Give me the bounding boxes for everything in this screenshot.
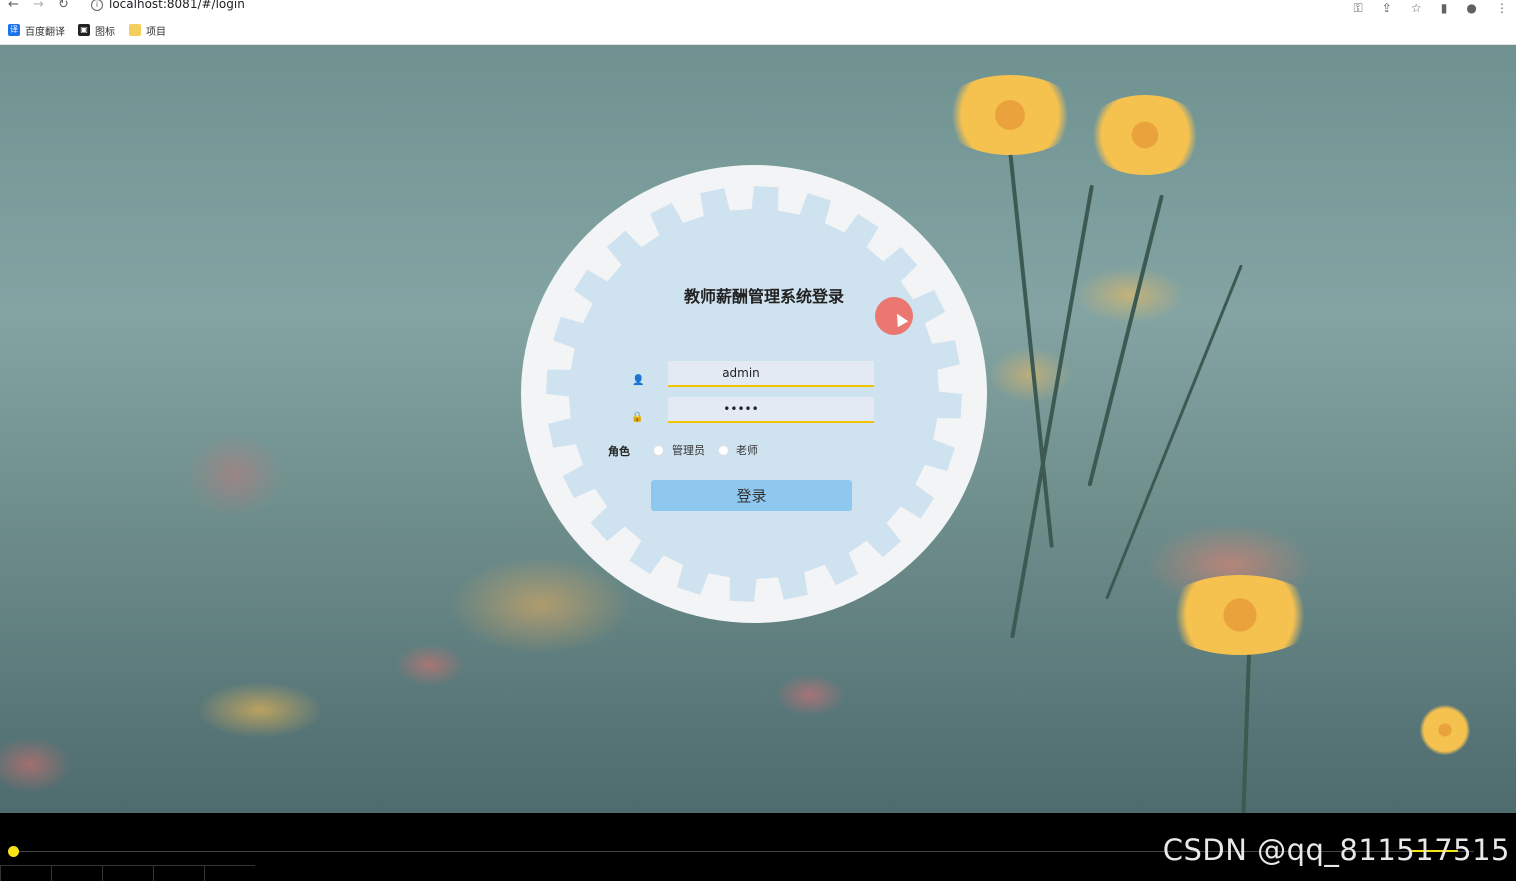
gear-disc (546, 186, 962, 602)
role-radio-admin[interactable] (653, 445, 664, 456)
share-icon[interactable]: ⇪ (1382, 1, 1392, 15)
flower-stem (1087, 194, 1164, 487)
bookmark-projects[interactable]: 项目 (129, 22, 166, 38)
password-input[interactable]: ••••• (668, 397, 874, 423)
video-control[interactable] (0, 865, 51, 881)
login-title: 教师薪酬管理系统登录 (683, 287, 844, 306)
video-player-bar: CSDN @qq_811517515 (0, 813, 1516, 881)
role-radio-teacher[interactable] (718, 445, 729, 456)
role-label: 角色 (608, 445, 630, 458)
address-bar-row: ← → ↻ i localhost:8081/#/login ⚿ ⇪ ☆ ▮ ●… (0, 0, 1516, 16)
reload-icon[interactable]: ↻ (58, 0, 69, 12)
bookmark-label: 项目 (146, 26, 166, 38)
address-bar-url[interactable]: localhost:8081/#/login (109, 0, 245, 11)
forward-icon[interactable]: → (33, 0, 44, 12)
bookmark-label: 百度翻译 (25, 26, 65, 38)
csdn-watermark: CSDN @qq_811517515 (1162, 833, 1510, 867)
role-option-label: 管理员 (672, 444, 705, 457)
profile-icon[interactable]: ● (1466, 1, 1476, 15)
flower-stem (1105, 264, 1243, 600)
video-progress-knob[interactable] (8, 846, 19, 857)
video-control[interactable] (102, 865, 153, 881)
star-icon[interactable]: ☆ (1411, 1, 1422, 15)
back-icon[interactable]: ← (8, 0, 19, 12)
username-input[interactable]: admin (668, 361, 874, 387)
flower (1160, 575, 1320, 655)
lock-icon: 🔒 (631, 412, 644, 423)
flower (940, 75, 1080, 155)
video-controls (0, 865, 256, 881)
video-control[interactable] (51, 865, 102, 881)
menu-icon[interactable]: ⋮ (1496, 1, 1508, 15)
bookmark-baidu-translate[interactable]: 译 百度翻译 (8, 22, 65, 38)
folder-icon (129, 24, 141, 36)
login-card (521, 165, 987, 623)
bookmark-label: 图标 (95, 26, 115, 38)
site-info-icon[interactable]: i (91, 0, 103, 11)
translate-icon: 译 (8, 24, 20, 36)
gear-shape (546, 186, 962, 602)
browser-chrome: ← → ↻ i localhost:8081/#/login ⚿ ⇪ ☆ ▮ ●… (0, 0, 1516, 45)
key-icon[interactable]: ⚿ (1353, 1, 1362, 16)
sidepanel-icon[interactable]: ▮ (1441, 1, 1448, 15)
flower (1085, 95, 1205, 175)
flower (1420, 705, 1470, 755)
role-option-label: 老师 (736, 444, 758, 457)
toolbar-icons: ⚿ ⇪ ☆ ▮ ● ⋮ (1339, 0, 1508, 16)
login-button[interactable]: 登录 (651, 480, 852, 511)
video-control[interactable] (204, 865, 255, 881)
user-icon: 👤 (632, 375, 645, 386)
video-control[interactable] (153, 865, 204, 881)
bookmark-icons[interactable]: ▣ 图标 (78, 22, 115, 38)
flower-stem (1008, 149, 1054, 549)
bookmarks-bar: 译 百度翻译 ▣ 图标 项目 (0, 22, 1516, 40)
image-icon: ▣ (78, 24, 90, 36)
